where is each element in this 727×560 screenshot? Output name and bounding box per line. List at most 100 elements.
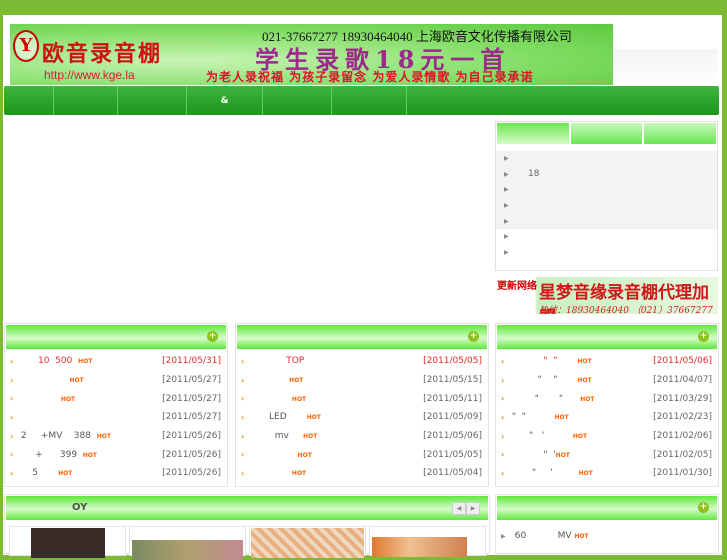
news-item[interactable]: › HOT [2011/05/27] [5, 389, 227, 408]
news-item[interactable]: › " ' HOT [2011/01/30] [496, 464, 718, 483]
panel-header: OY ◀ ▶ [6, 496, 488, 520]
news-date: [2011/05/27] [162, 393, 221, 404]
bullet-icon: › [10, 356, 14, 366]
bullet-icon: ▶ [501, 532, 506, 540]
news-item[interactable]: › " 'HOT [2011/02/05] [496, 445, 718, 464]
more-icon[interactable]: + [698, 331, 709, 342]
news-title: + 399 HOT [18, 449, 97, 460]
news-title: HOT [249, 468, 423, 478]
bullet-icon: ▶ [504, 155, 509, 163]
side-tab[interactable] [644, 123, 717, 144]
photo-thumb[interactable] [369, 526, 486, 557]
side-list-item[interactable]: ▶ [496, 182, 717, 198]
logo-icon: Y [13, 30, 39, 62]
hot-badge: HOT [96, 433, 111, 441]
photo-thumb[interactable] [129, 526, 246, 560]
franchise-ad[interactable]: 更新网络 星梦音缘录音棚代理加盟 热线：18930464040 （021）376… [495, 277, 718, 314]
side-tab[interactable] [497, 123, 569, 144]
side-list-item[interactable]: ▶ [496, 198, 717, 214]
side-tab[interactable] [570, 123, 643, 144]
hot-badge: HOT [60, 395, 76, 403]
news-item[interactable]: › " " HOT [2011/03/29] [496, 389, 718, 408]
side-list-item[interactable]: ▶ [496, 213, 717, 229]
news-item[interactable]: › " " HOT [2011/04/07] [496, 371, 718, 390]
prev-arrow-icon[interactable]: ◀ [452, 502, 466, 515]
bullet-icon: ▶ [504, 217, 509, 225]
news-title: " " HOT [509, 393, 595, 404]
side-tab-box: ▶ ▶ 18 ▶ ▶ ▶ ▶ ▶ [495, 121, 718, 271]
mv-panel: + ▶ 60 MV HOT [495, 494, 719, 554]
hot-badge: HOT [555, 451, 570, 459]
hot-badge: HOT [580, 395, 595, 403]
news-item[interactable]: › [2011/05/27] [5, 408, 227, 427]
side-list-item[interactable]: ▶ 18 [496, 167, 717, 183]
bullet-icon: › [241, 412, 245, 422]
bullet-icon: › [501, 468, 505, 478]
news-date: [2011/05/06] [423, 431, 482, 442]
nav-item[interactable] [4, 86, 54, 115]
hot-badge: HOT [577, 358, 592, 366]
side-list-item[interactable]: ▶ [496, 228, 717, 245]
hot-badge: HOT [554, 414, 569, 422]
news-date: [2011/03/29] [653, 393, 712, 404]
news-item[interactable]: › " ' HOT [2011/02/06] [496, 427, 718, 446]
list-item[interactable]: ▶ 60 MV HOT [496, 527, 718, 546]
bullet-icon: › [10, 412, 14, 422]
news-date: [2011/05/15] [423, 375, 482, 386]
photo-thumb[interactable] [249, 526, 366, 558]
news-item[interactable]: › HOT [2011/05/11] [236, 389, 488, 408]
news-item[interactable]: › 10 500 HOT [2011/05/31] [5, 352, 227, 371]
bullet-icon: › [501, 394, 505, 404]
news-item[interactable]: › " " HOT [2011/05/06] [496, 352, 718, 371]
news-item[interactable]: › HOT [2011/05/27] [5, 371, 227, 390]
hot-badge: HOT [306, 414, 321, 422]
more-icon[interactable]: + [698, 502, 709, 513]
news-item[interactable]: › " " HOT [2011/02/23] [496, 408, 718, 427]
nav-item[interactable] [54, 86, 118, 115]
nav-item[interactable] [407, 86, 719, 115]
hot-badge: HOT [572, 433, 588, 441]
news-date: [2011/05/26] [162, 431, 221, 442]
news-item[interactable]: › HOT [2011/05/15] [236, 371, 488, 390]
next-arrow-icon[interactable]: ▶ [466, 502, 480, 515]
hot-badge: HOT [578, 470, 593, 478]
news-title: " " HOT [509, 356, 592, 367]
bullet-icon: › [501, 356, 505, 366]
bullet-icon: ▶ [504, 170, 509, 178]
ad-phone: 热线：18930464040 （021）37667277 [539, 306, 713, 314]
side-list-item[interactable]: ▶ [496, 244, 717, 261]
site-url: http://www.kge.la [44, 68, 135, 82]
news-item[interactable]: › 2 +MV 388 HOT [2011/05/26] [5, 427, 227, 446]
more-icon[interactable]: + [207, 331, 218, 342]
nav-item[interactable] [263, 86, 332, 115]
news-title: HOT [249, 394, 423, 404]
hot-badge: HOT [574, 532, 589, 540]
photo-thumb[interactable] [9, 526, 126, 558]
news-item[interactable]: › HOT [2011/05/05] [236, 445, 488, 464]
news-date: [2011/05/11] [423, 393, 482, 404]
news-title: " " HOT [509, 412, 569, 423]
news-item[interactable]: › 5 HOT [2011/05/26] [5, 464, 227, 483]
news-item[interactable]: › LED HOT [2011/05/09] [236, 408, 488, 427]
news-item[interactable]: › + 399 HOT [2011/05/26] [5, 445, 227, 464]
news-item[interactable]: › TOP [2011/05/05] [236, 352, 488, 371]
news-item[interactable]: › HOT [2011/05/04] [236, 464, 488, 483]
news-date: [2011/05/04] [423, 468, 482, 479]
hot-badge: HOT [69, 377, 84, 385]
bullet-icon: ▶ [504, 248, 509, 256]
nav-item[interactable] [332, 86, 407, 115]
bullet-icon: › [501, 450, 505, 460]
nav-item[interactable] [118, 86, 187, 115]
panel-header: + [497, 325, 717, 349]
site-banner[interactable]: Y 欧音录音棚 http://www.kge.la 021-37667277 1… [10, 24, 613, 85]
news-title: " " HOT [509, 375, 592, 386]
side-list-item[interactable]: ▶ [496, 151, 717, 167]
bullet-icon: ▶ [504, 186, 509, 194]
news-title: HOT [249, 375, 423, 385]
bullet-icon: › [241, 394, 245, 404]
news-item[interactable]: › mv HOT [2011/05/06] [236, 427, 488, 446]
news-date: [2011/05/27] [162, 375, 221, 386]
more-icon[interactable]: + [468, 331, 479, 342]
bullet-icon: › [241, 375, 245, 385]
nav-item[interactable]: & [187, 86, 263, 115]
